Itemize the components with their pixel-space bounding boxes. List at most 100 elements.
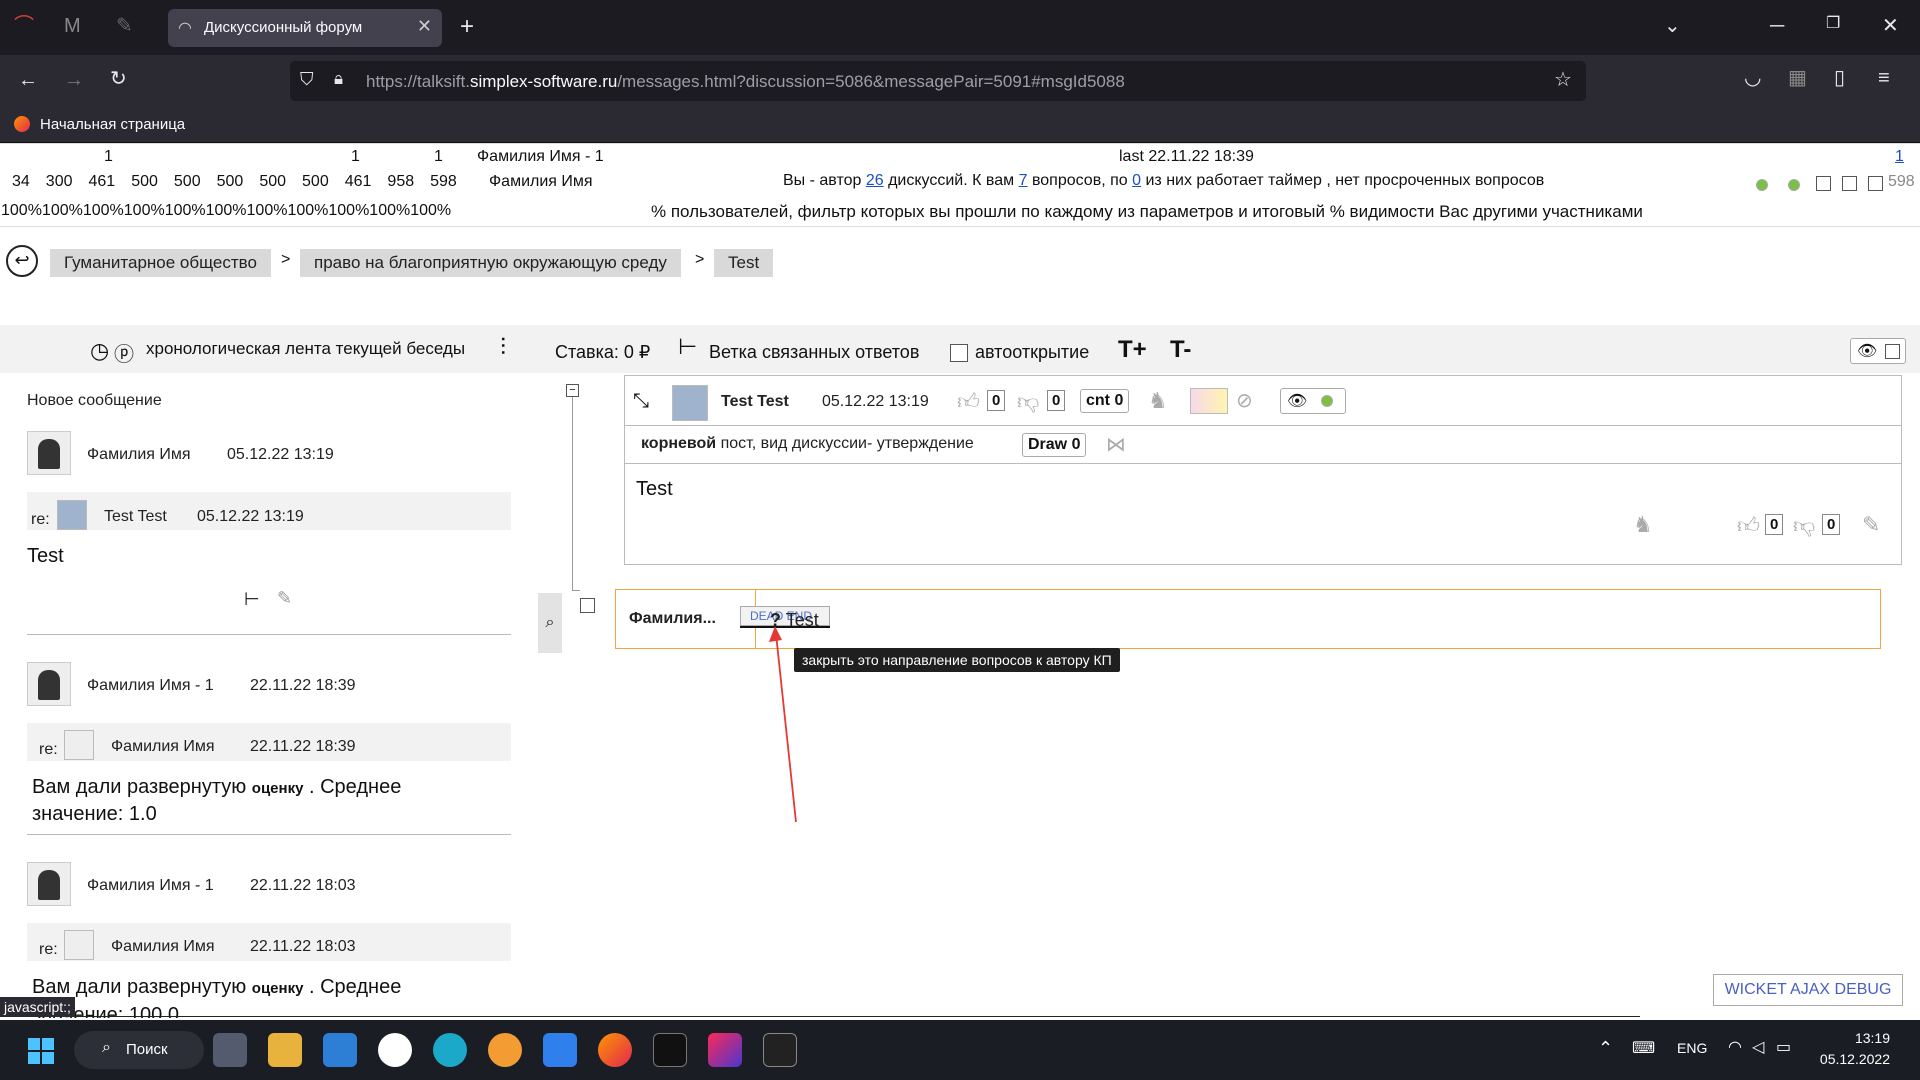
- extension-icon[interactable]: ▦: [1788, 68, 1807, 88]
- collapse-toggle[interactable]: −: [566, 384, 579, 397]
- stat-r1-right-link[interactable]: 1: [1895, 148, 1904, 166]
- bookmark-home[interactable]: Начальная страница: [40, 116, 185, 133]
- rating-link[interactable]: оценку: [252, 780, 304, 797]
- menu-icon[interactable]: ≡: [1878, 68, 1890, 88]
- share-icon[interactable]: ⋈: [1106, 432, 1126, 457]
- avatar[interactable]: [27, 662, 71, 706]
- filter-checkbox-2[interactable]: [1842, 176, 1857, 191]
- reply-select-checkbox[interactable]: [580, 598, 595, 613]
- feed-author[interactable]: Фамилия Имя - 1: [87, 877, 214, 895]
- forward-icon[interactable]: →: [64, 70, 84, 90]
- browser-orange-icon[interactable]: [488, 1033, 522, 1067]
- file-explorer-icon[interactable]: [268, 1033, 302, 1067]
- language-indicator[interactable]: ENG: [1677, 1040, 1707, 1056]
- window-close-icon[interactable]: ✕: [1882, 16, 1899, 36]
- yandex-icon[interactable]: [378, 1033, 412, 1067]
- extension-badge-icon[interactable]: ▯: [1834, 68, 1845, 88]
- edge-icon[interactable]: [433, 1033, 467, 1067]
- reply-author[interactable]: Фамилия...: [629, 610, 716, 628]
- branch-link[interactable]: Ветка связанных ответов: [709, 342, 919, 363]
- post-author[interactable]: Test Test: [721, 393, 789, 411]
- keyboard-icon[interactable]: ⌨: [1632, 1038, 1655, 1058]
- edit-icon[interactable]: ✎: [277, 588, 292, 609]
- filter-checkbox-3[interactable]: [1868, 176, 1883, 191]
- avatar[interactable]: [27, 431, 71, 475]
- app-red-icon[interactable]: ⌒: [14, 16, 34, 36]
- camera-avatar-icon[interactable]: [672, 385, 708, 421]
- visibility-pill[interactable]: 👁︎: [1280, 388, 1346, 414]
- tree-icon[interactable]: ⊢: [678, 334, 697, 360]
- list-tabs-icon[interactable]: ⌄: [1664, 16, 1681, 36]
- clock-time[interactable]: 13:19: [1800, 1030, 1890, 1046]
- breadcrumb-item-1[interactable]: Гуманитарное общество: [50, 249, 271, 277]
- sliders-icon[interactable]: ⫶: [500, 334, 506, 362]
- authored-link[interactable]: 26: [866, 172, 884, 189]
- feed-author[interactable]: Фамилия Имя: [87, 446, 191, 464]
- thumbs-up-icon[interactable]: 👍︎: [1737, 512, 1760, 539]
- breadcrumb-item-3[interactable]: Test: [714, 249, 774, 277]
- back-icon[interactable]: ←: [18, 70, 38, 90]
- feed-icon[interactable]: ⓟ: [114, 338, 134, 367]
- dog-icon[interactable]: ♞: [1633, 512, 1653, 538]
- restore-icon[interactable]: ❐: [1826, 16, 1840, 32]
- tab-close-icon[interactable]: ✕: [417, 16, 432, 37]
- feather-icon[interactable]: ✎: [116, 16, 133, 36]
- battery-icon[interactable]: ▭: [1776, 1037, 1791, 1057]
- questions-link[interactable]: 7: [1019, 172, 1028, 189]
- visibility-toggle[interactable]: 👁︎: [1850, 338, 1906, 364]
- visibility-checkbox[interactable]: [1885, 344, 1900, 359]
- avatar[interactable]: [27, 862, 71, 906]
- avatar[interactable]: [64, 930, 94, 960]
- timer-link[interactable]: 0: [1132, 172, 1141, 189]
- shield-icon[interactable]: ⛉: [300, 70, 314, 88]
- firefox-icon[interactable]: [598, 1033, 632, 1067]
- minimize-icon[interactable]: ─: [1770, 16, 1784, 36]
- volume-icon[interactable]: ◁: [1752, 1037, 1764, 1057]
- avatar[interactable]: [64, 730, 94, 760]
- re-author[interactable]: Фамилия Имя: [111, 938, 215, 956]
- autoopen-checkbox[interactable]: [950, 344, 968, 362]
- clock-icon[interactable]: ◷: [90, 338, 109, 364]
- new-message-link[interactable]: Новое сообщение: [27, 392, 162, 410]
- bookmark-star-icon[interactable]: ☆: [1554, 70, 1572, 90]
- edit-icon[interactable]: ✎: [1862, 512, 1880, 538]
- tray-chevron-icon[interactable]: ⌃: [1598, 1038, 1613, 1059]
- active-tab[interactable]: ◠ Дискуссионный форум ✕: [168, 9, 442, 47]
- thumbs-up-icon[interactable]: 👍︎: [957, 388, 980, 415]
- back-circle-icon[interactable]: ↩: [6, 245, 38, 277]
- taskbar-search[interactable]: ⌕ Поиск: [74, 1031, 204, 1069]
- feed-author[interactable]: Фамилия Имя - 1: [87, 677, 214, 695]
- thumbs-down-icon[interactable]: 👎︎: [1793, 512, 1815, 539]
- draw-button[interactable]: Draw 0: [1022, 433, 1087, 457]
- start-icon[interactable]: [28, 1038, 54, 1064]
- url-text[interactable]: https://talksift.simplex-software.ru/mes…: [366, 72, 1125, 92]
- task-view-icon[interactable]: [213, 1033, 247, 1067]
- breadcrumb-item-2[interactable]: право на благоприятную окружающую среду: [300, 249, 681, 277]
- pocket-icon[interactable]: ◡: [1744, 68, 1761, 88]
- lock-icon[interactable]: 🔒︎: [334, 70, 343, 87]
- reload-icon[interactable]: ↻: [110, 69, 127, 89]
- tree-branch-icon[interactable]: ⊢: [244, 589, 260, 610]
- filter-checkbox-1[interactable]: [1816, 176, 1831, 191]
- search-reply-icon[interactable]: ⌕: [538, 593, 562, 653]
- collapse-arrows-icon[interactable]: ⤡: [633, 390, 649, 413]
- font-decrease-button[interactable]: T-: [1170, 336, 1191, 364]
- gmail-icon[interactable]: M: [64, 16, 81, 36]
- font-increase-button[interactable]: T+: [1118, 336, 1147, 364]
- mail-icon[interactable]: [323, 1033, 357, 1067]
- cnt-button[interactable]: cnt 0: [1080, 389, 1130, 413]
- new-tab-icon[interactable]: +: [460, 15, 474, 39]
- intellij-icon[interactable]: [708, 1033, 742, 1067]
- hidden-eye-icon[interactable]: ⊘: [1236, 388, 1253, 413]
- chronological-feed-link[interactable]: хронологическая лента текущей беседы: [146, 339, 465, 359]
- todo-icon[interactable]: [543, 1033, 577, 1067]
- re-author[interactable]: Фамилия Имя: [111, 738, 215, 756]
- terminal-icon[interactable]: [653, 1033, 687, 1067]
- wifi-icon[interactable]: ◠: [1728, 1037, 1742, 1057]
- wicket-debug-button[interactable]: WICKET AJAX DEBUG: [1713, 974, 1903, 1006]
- rating-link[interactable]: оценку: [252, 980, 304, 997]
- console-icon[interactable]: [763, 1033, 797, 1067]
- dog-icon[interactable]: ♞: [1148, 388, 1168, 414]
- re-author[interactable]: Test Test: [104, 508, 167, 526]
- clock-date[interactable]: 05.12.2022: [1800, 1051, 1890, 1067]
